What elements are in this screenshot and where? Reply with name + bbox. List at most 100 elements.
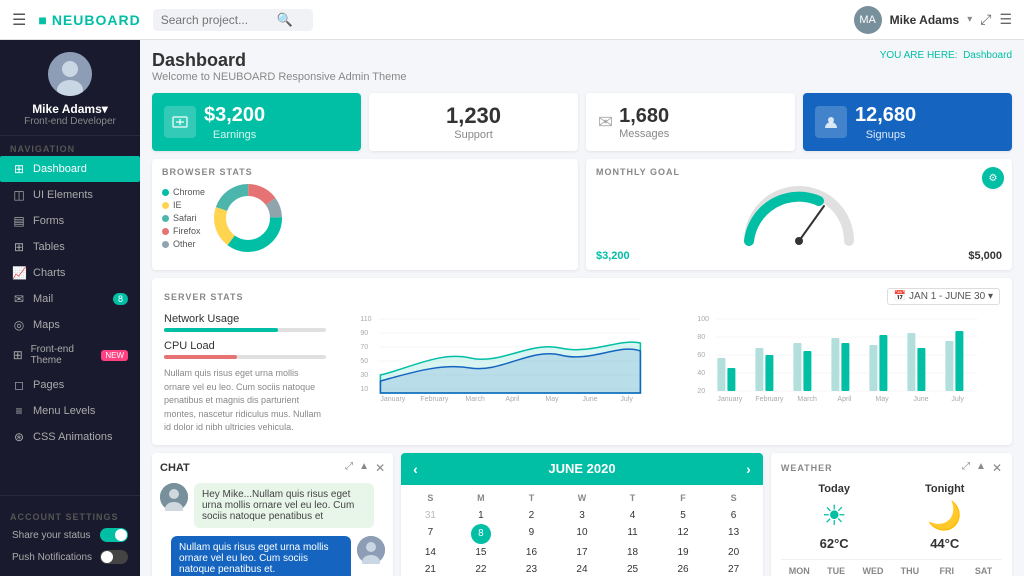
- fullscreen-icon[interactable]: ⤢: [980, 11, 991, 28]
- cal-cell[interactable]: 11: [607, 524, 658, 544]
- chat-header: CHAT ⤢ ▲ ✕: [160, 461, 385, 475]
- sidebar-item-css-animations[interactable]: ⊛ CSS Animations: [0, 424, 140, 450]
- weather-close-icon[interactable]: ✕: [992, 461, 1002, 475]
- sidebar-item-forms[interactable]: ▤ Forms: [0, 208, 140, 234]
- cal-cell[interactable]: 1: [456, 507, 507, 524]
- cal-cell[interactable]: 27: [708, 561, 759, 576]
- day-t2: T: [607, 493, 658, 503]
- day-s2: S: [708, 493, 759, 503]
- cal-cell[interactable]: 14: [405, 544, 456, 561]
- cal-cell[interactable]: 21: [405, 561, 456, 576]
- push-notif-toggle[interactable]: [100, 550, 128, 564]
- date-range-selector[interactable]: 📅 JAN 1 - JUNE 30 ▾: [887, 288, 1000, 305]
- today-temp: 62°C: [818, 536, 850, 551]
- legend-other: Other: [162, 239, 205, 249]
- cal-cell[interactable]: 3: [557, 507, 608, 524]
- cal-cell[interactable]: 16: [506, 544, 557, 561]
- push-notif-label: Push Notifications: [12, 552, 92, 563]
- cal-cell[interactable]: 7: [405, 524, 456, 544]
- svg-text:January: January: [381, 396, 406, 403]
- chat-expand-icon[interactable]: ⤢: [345, 461, 353, 475]
- share-status-toggle[interactable]: [100, 528, 128, 542]
- goal-values: $3,200 $5,000: [596, 250, 1002, 262]
- cal-cell[interactable]: 9: [506, 524, 557, 544]
- cal-today-cell[interactable]: 8: [471, 524, 491, 544]
- other-label: Other: [173, 239, 196, 249]
- bottom-row: CHAT ⤢ ▲ ✕ Hey Mike...Nullam quis risus …: [152, 453, 1012, 576]
- search-input[interactable]: [161, 13, 271, 27]
- cal-cell[interactable]: 13: [708, 524, 759, 544]
- sidebar-profile: Mike Adams▾ Front-end Developer: [0, 40, 140, 136]
- sidebar-item-pages[interactable]: ◻ Pages: [0, 372, 140, 398]
- network-usage-label: Network Usage: [164, 313, 326, 325]
- sidebar-item-tables[interactable]: ⊞ Tables: [0, 234, 140, 260]
- cal-cell[interactable]: 18: [607, 544, 658, 561]
- main-layout: Mike Adams▾ Front-end Developer NAVIGATI…: [0, 40, 1024, 576]
- sidebar-item-mail[interactable]: ✉ Mail 8: [0, 286, 140, 312]
- theme-icon: ⊞: [12, 348, 24, 362]
- chat-actions: ⤢ ▲ ✕: [345, 461, 385, 475]
- browser-stats-title: BROWSER STATS: [162, 167, 568, 177]
- cal-cell[interactable]: 26: [658, 561, 709, 576]
- svg-text:April: April: [506, 396, 520, 403]
- server-stats-title: SERVER STATS: [164, 292, 244, 302]
- dashboard-icon: ⊞: [12, 162, 26, 176]
- tables-icon: ⊞: [12, 240, 26, 254]
- cal-cell[interactable]: 10: [557, 524, 608, 544]
- support-label: Support: [381, 129, 566, 141]
- cal-cell[interactable]: 23: [506, 561, 557, 576]
- cal-cell[interactable]: 22: [456, 561, 507, 576]
- account-section-label: ACCOUNT SETTINGS: [0, 504, 140, 524]
- svg-text:20: 20: [698, 388, 706, 395]
- sidebar-item-menu-levels[interactable]: ≡ Menu Levels: [0, 398, 140, 424]
- sidebar-item-dashboard[interactable]: ⊞ Dashboard: [0, 156, 140, 182]
- push-notif-toggle-row: Push Notifications: [0, 546, 140, 568]
- weather-title: WEATHER: [781, 463, 833, 473]
- cal-prev-button[interactable]: ‹: [413, 461, 418, 477]
- weather-main: Today ☀ 62°C Tonight 🌙 44°C: [781, 483, 1002, 551]
- cal-cell[interactable]: 19: [658, 544, 709, 561]
- user-area: MA Mike Adams ▾ ⤢ ☰: [854, 6, 1012, 34]
- cal-cell[interactable]: 15: [456, 544, 507, 561]
- forecast-tue-label: TUE: [825, 566, 847, 576]
- gear-button[interactable]: ⚙: [982, 167, 1004, 189]
- monthly-goal-card: MONTHLY GOAL ⚙ $3,200 $5,000: [586, 159, 1012, 270]
- weather-minimize-icon[interactable]: ▲: [976, 461, 986, 475]
- chat-minimize-icon[interactable]: ▲: [359, 461, 369, 475]
- support-value: 1,230: [381, 103, 566, 129]
- monthly-goal-title: MONTHLY GOAL: [596, 167, 1002, 177]
- cal-cell[interactable]: 5: [658, 507, 709, 524]
- menu-icon[interactable]: ☰: [999, 11, 1012, 28]
- cal-next-button[interactable]: ›: [746, 461, 751, 477]
- css-anim-icon: ⊛: [12, 430, 26, 444]
- earnings-label: Earnings: [204, 129, 265, 141]
- topnav: ☰ ■ NEUBOARD 🔍 MA Mike Adams ▾ ⤢ ☰: [0, 0, 1024, 40]
- weather-expand-icon[interactable]: ⤢: [962, 461, 970, 475]
- safari-label: Safari: [173, 213, 197, 223]
- mail-badge: 8: [113, 293, 128, 305]
- cal-cell[interactable]: 12: [658, 524, 709, 544]
- server-stats-desc: Nullam quis risus eget urna mollis ornar…: [164, 367, 326, 435]
- chat-close-icon[interactable]: ✕: [375, 461, 385, 475]
- main-content: Dashboard Welcome to NEUBOARD Responsive…: [140, 40, 1024, 576]
- stat-card-earnings: $3,200 Earnings: [152, 93, 361, 151]
- cal-cell[interactable]: 25: [607, 561, 658, 576]
- cal-cell[interactable]: 17: [557, 544, 608, 561]
- sidebar-item-ui-elements[interactable]: ◫ UI Elements: [0, 182, 140, 208]
- cal-cell[interactable]: 6: [708, 507, 759, 524]
- cal-cell[interactable]: 24: [557, 561, 608, 576]
- cal-cell[interactable]: 31: [405, 507, 456, 524]
- cal-cell[interactable]: 4: [607, 507, 658, 524]
- page-title: Dashboard: [152, 50, 407, 71]
- sidebar-item-frontend-theme[interactable]: ⊞ Front-end Theme NEW: [0, 338, 140, 372]
- hamburger-icon[interactable]: ☰: [12, 10, 26, 30]
- page-subtitle: Welcome to NEUBOARD Responsive Admin The…: [152, 71, 407, 83]
- cal-cell[interactable]: 2: [506, 507, 557, 524]
- sidebar-item-maps[interactable]: ◎ Maps: [0, 312, 140, 338]
- sidebar-item-charts[interactable]: 📈 Charts: [0, 260, 140, 286]
- chat-bubble-1: Hey Mike...Nullam quis risus eget urna m…: [194, 483, 374, 528]
- cal-cell[interactable]: 20: [708, 544, 759, 561]
- mail-icon: ✉: [12, 292, 26, 306]
- cal-week-1: 31 1 2 3 4 5 6: [405, 507, 759, 524]
- sidebar-item-label: Pages: [33, 379, 64, 391]
